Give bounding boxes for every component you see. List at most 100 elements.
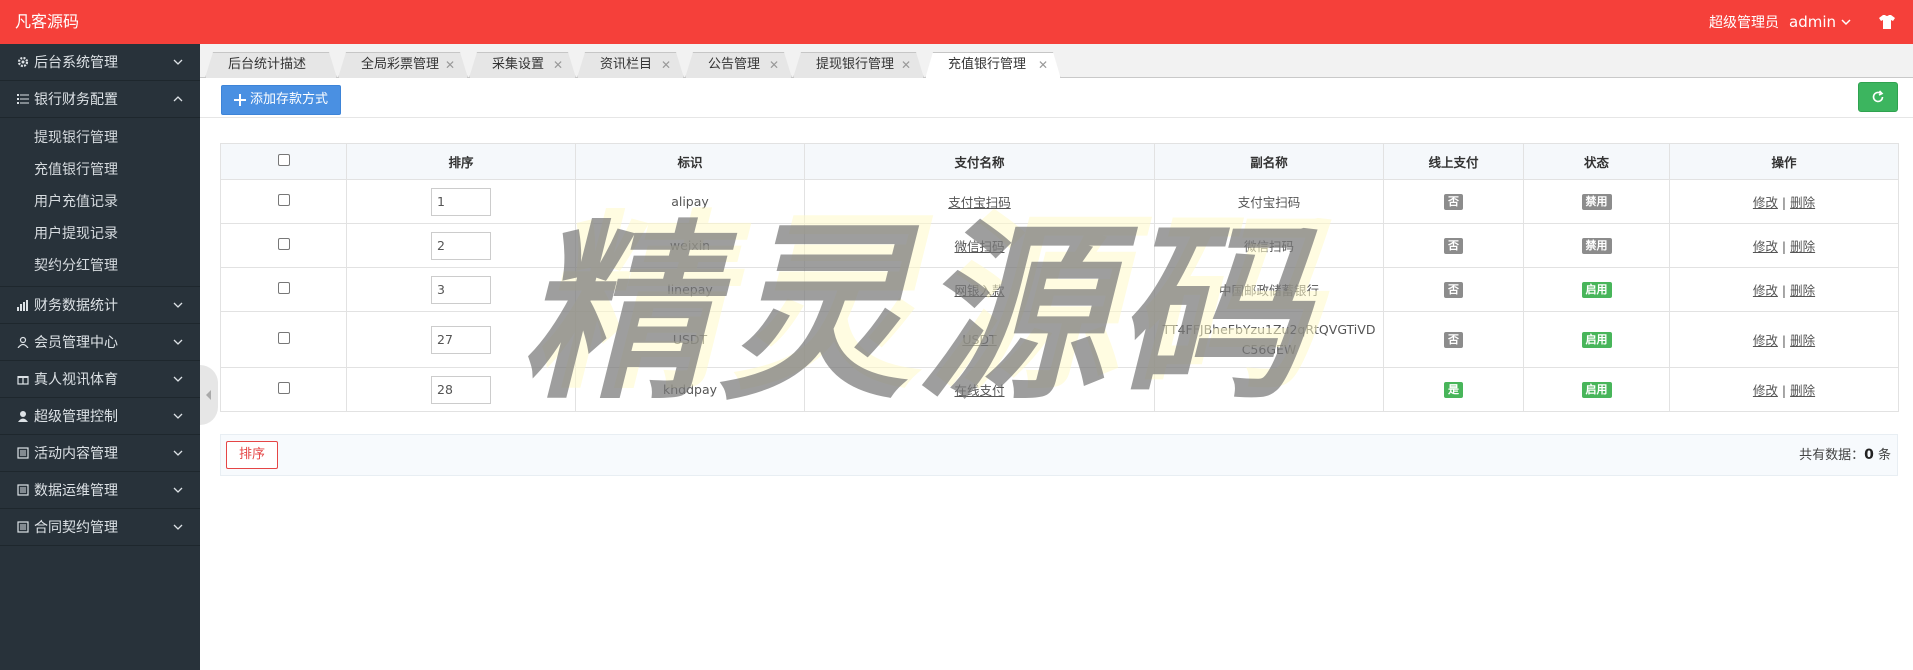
edit-link[interactable]: 修改	[1753, 383, 1778, 398]
chevron-down-icon	[173, 524, 183, 530]
sidebar-item-system[interactable]: 后台系统管理	[0, 44, 200, 81]
row-checkbox[interactable]	[277, 332, 290, 344]
submenu-item-recharge-bank[interactable]: 充值银行管理	[0, 154, 200, 186]
sidebar-item-activities[interactable]: 活动内容管理	[0, 435, 200, 472]
total-prefix: 共有数据：	[1799, 448, 1865, 463]
cell-code: USDT	[575, 311, 805, 368]
header-sort: 排序	[346, 143, 576, 180]
status-badge[interactable]: 启用	[1581, 332, 1612, 348]
edit-link[interactable]: 修改	[1753, 195, 1778, 210]
tab-collect-settings[interactable]: 采集设置 ✕	[469, 52, 576, 78]
close-icon[interactable]: ✕	[1038, 53, 1048, 77]
chevron-down-icon	[173, 59, 183, 65]
pay-name-link[interactable]: 微信扫码	[954, 239, 1004, 254]
pay-name-link[interactable]: 网银入款	[954, 283, 1004, 298]
user-menu[interactable]: admin	[1789, 13, 1852, 31]
header-online-pay: 线上支付	[1383, 143, 1524, 180]
close-icon[interactable]: ✕	[661, 53, 671, 77]
sidebar-item-super-admin[interactable]: 超级管理控制	[0, 398, 200, 435]
sidebar-item-data-ops[interactable]: 数据运维管理	[0, 472, 200, 509]
submenu-item-contract-dividend[interactable]: 契约分红管理	[0, 250, 200, 282]
sidebar-item-live-sports[interactable]: 真人视讯体育	[0, 361, 200, 398]
submenu-bank-finance: 提现银行管理 充值银行管理 用户充值记录 用户提现记录 契约分红管理	[0, 118, 200, 287]
submenu-item-withdraw-records[interactable]: 用户提现记录	[0, 218, 200, 250]
sidebar-item-label: 会员管理中心	[34, 335, 118, 351]
total-number: 0	[1864, 447, 1874, 463]
tab-lottery[interactable]: 全局彩票管理 ✕	[338, 52, 468, 78]
delete-link[interactable]: 删除	[1790, 333, 1815, 348]
close-icon[interactable]: ✕	[553, 53, 563, 77]
tshirt-icon[interactable]	[1876, 11, 1898, 33]
status-badge[interactable]: 禁用	[1581, 194, 1612, 210]
delete-link[interactable]: 删除	[1790, 383, 1815, 398]
sidebar-item-contracts[interactable]: 合同契约管理	[0, 509, 200, 546]
submenu-item-recharge-records[interactable]: 用户充值记录	[0, 186, 200, 218]
sort-input[interactable]: 2	[431, 231, 491, 260]
tab-label: 充值银行管理	[948, 57, 1027, 72]
edit-link[interactable]: 修改	[1753, 283, 1778, 298]
online-badge: 否	[1444, 332, 1463, 348]
close-icon[interactable]: ✕	[901, 53, 911, 77]
doc-icon	[16, 520, 30, 534]
toolbar: 添加存款方式	[200, 78, 1913, 118]
sidebar-item-label: 后台系统管理	[34, 55, 118, 71]
delete-link[interactable]: 删除	[1790, 239, 1815, 254]
pay-name-link[interactable]: USDT	[962, 332, 996, 347]
cell-alias: TT4FFJBheFbYzu1Zu2qRtQVGTiVDC56GEW	[1154, 311, 1384, 368]
delete-link[interactable]: 删除	[1790, 195, 1815, 210]
tab-recharge-bank[interactable]: 充值银行管理 ✕	[925, 52, 1061, 79]
sort-button[interactable]: 排序	[226, 441, 279, 469]
tab-label: 资讯栏目	[600, 57, 653, 72]
sort-input[interactable]: 3	[431, 275, 491, 304]
tab-bar: 后台统计描述 全局彩票管理 ✕ 采集设置 ✕ 资讯栏目 ✕ 公告管理 ✕ 提现银…	[200, 44, 1913, 78]
delete-link[interactable]: 删除	[1790, 283, 1815, 298]
status-badge[interactable]: 启用	[1581, 382, 1612, 398]
sidebar-item-label: 合同契约管理	[34, 520, 118, 536]
add-deposit-method-button[interactable]: 添加存款方式	[221, 85, 342, 115]
tab-label: 采集设置	[492, 57, 545, 72]
cell-code: alipay	[575, 179, 805, 224]
tab-withdraw-bank[interactable]: 提现银行管理 ✕	[793, 52, 924, 78]
doc-icon	[16, 446, 30, 460]
tab-announcements[interactable]: 公告管理 ✕	[685, 52, 792, 78]
sidebar-collapse-handle[interactable]	[200, 365, 218, 425]
sidebar-item-label: 活动内容管理	[34, 446, 118, 462]
tab-news-columns[interactable]: 资讯栏目 ✕	[577, 52, 684, 78]
cell-alias: 中国邮政储蓄银行	[1154, 267, 1384, 312]
brand-logo-text: 凡客源码	[15, 12, 80, 31]
sort-input[interactable]: 28	[431, 375, 491, 404]
cell-code: khddpay	[575, 367, 805, 412]
status-badge[interactable]: 禁用	[1581, 238, 1612, 254]
deposit-methods-table: 排序 标识 支付名称 副名称 线上支付 状态 操作 1 alipay 支付宝扫码…	[220, 143, 1899, 412]
sort-input[interactable]: 27	[431, 325, 491, 354]
tab-dashboard-stats[interactable]: 后台统计描述	[205, 52, 337, 78]
plus-icon	[234, 94, 246, 106]
cell-code: weixin	[575, 223, 805, 268]
close-icon[interactable]: ✕	[769, 53, 779, 77]
gift-icon	[16, 372, 30, 386]
table-row: 2 weixin 微信扫码 微信扫码 否 禁用 修改 | 删除	[220, 223, 1899, 268]
row-checkbox[interactable]	[277, 382, 290, 394]
sidebar-item-members[interactable]: 会员管理中心	[0, 324, 200, 361]
header-select-all	[220, 143, 347, 180]
header-alias: 副名称	[1154, 143, 1384, 180]
bar-chart-icon	[16, 298, 30, 312]
select-all-checkbox[interactable]	[277, 154, 290, 166]
edit-link[interactable]: 修改	[1753, 333, 1778, 348]
row-checkbox[interactable]	[277, 282, 290, 294]
close-icon[interactable]: ✕	[445, 53, 455, 77]
sidebar-item-bank-finance[interactable]: 银行财务配置	[0, 81, 200, 118]
table-row: 1 alipay 支付宝扫码 支付宝扫码 否 禁用 修改 | 删除	[220, 179, 1899, 224]
sidebar-item-finance-stats[interactable]: 财务数据统计	[0, 287, 200, 324]
pay-name-link[interactable]: 在线支付	[954, 383, 1004, 398]
pay-name-link[interactable]: 支付宝扫码	[948, 195, 1011, 210]
doc-icon	[16, 483, 30, 497]
chevron-down-icon	[173, 302, 183, 308]
sort-input[interactable]: 1	[431, 187, 491, 216]
refresh-button[interactable]	[1858, 82, 1898, 112]
row-checkbox[interactable]	[277, 194, 290, 206]
edit-link[interactable]: 修改	[1753, 239, 1778, 254]
row-checkbox[interactable]	[277, 238, 290, 250]
submenu-item-withdraw-bank[interactable]: 提现银行管理	[0, 122, 200, 154]
status-badge[interactable]: 启用	[1581, 282, 1612, 298]
